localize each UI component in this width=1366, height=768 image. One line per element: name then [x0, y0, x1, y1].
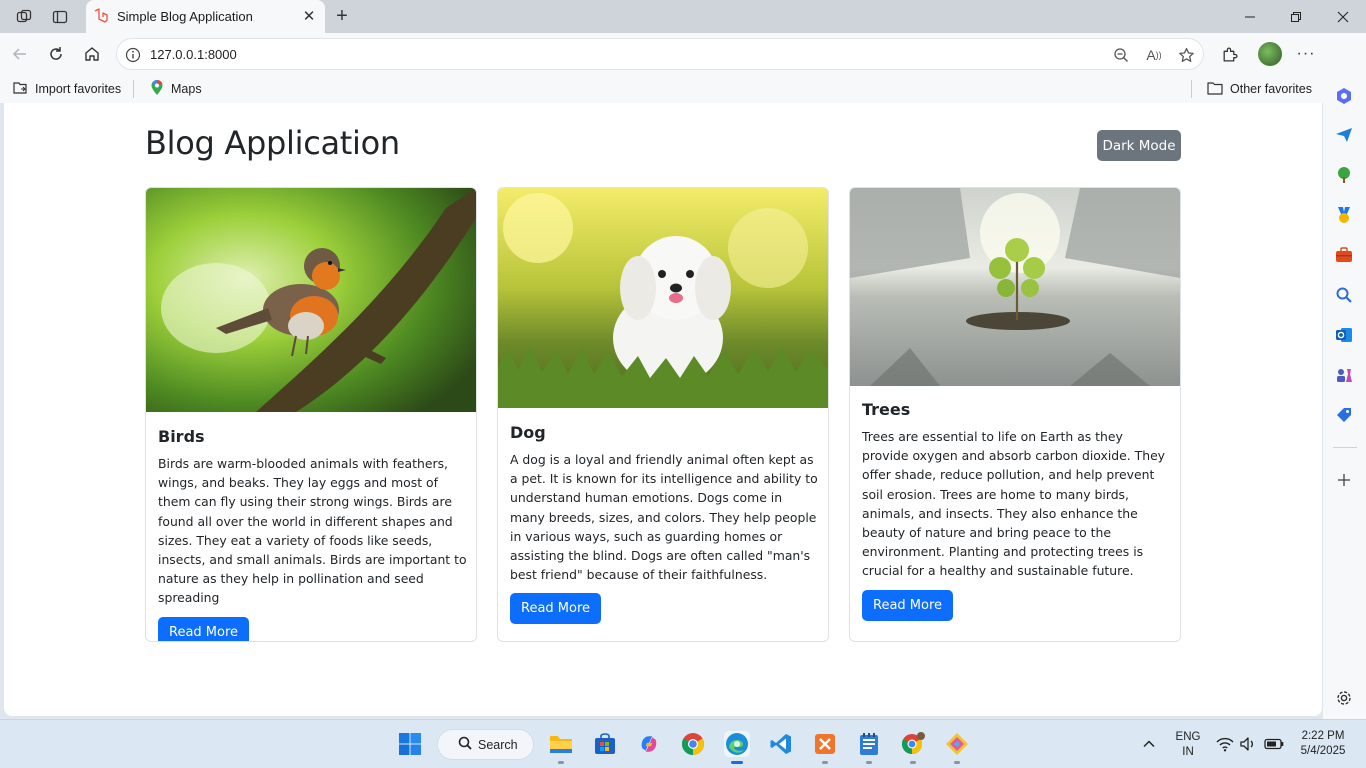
- show-hidden-icons-chevron-up-icon[interactable]: [1138, 731, 1160, 757]
- birds-image: [146, 188, 476, 412]
- sidebar-settings-icon[interactable]: [1334, 688, 1354, 708]
- shopping-tag-icon[interactable]: [1334, 405, 1354, 425]
- trees-image: [850, 188, 1180, 386]
- file-explorer-icon[interactable]: [548, 731, 574, 757]
- tab-strip: Simple Blog Application ✕ +: [0, 0, 1366, 33]
- zoom-out-icon[interactable]: [1111, 45, 1131, 65]
- post-title: Dog: [510, 423, 546, 442]
- favorite-import[interactable]: Import favorites: [12, 79, 121, 99]
- refresh-icon[interactable]: [44, 42, 68, 66]
- post-card-birds: Birds Birds are warm-blooded animals wit…: [145, 187, 477, 642]
- running-indicator: [910, 761, 916, 764]
- language-indicator[interactable]: ENG IN: [1170, 730, 1206, 760]
- favorites-divider: [1191, 80, 1192, 98]
- favorite-star-icon[interactable]: [1176, 45, 1196, 65]
- workspaces-icon[interactable]: [13, 6, 35, 28]
- sidebar-divider: [1333, 447, 1357, 448]
- windows-taskbar: Search ENG IN 2:22 PM 5/4/2025: [0, 719, 1366, 768]
- post-title: Trees: [862, 400, 911, 419]
- home-icon[interactable]: [80, 42, 104, 66]
- active-indicator: [731, 761, 743, 764]
- running-indicator: [822, 761, 828, 764]
- browser-toolbar: 127.0.0.1:8000 A)) ···: [0, 33, 1366, 75]
- copilot-taskbar-icon[interactable]: [636, 731, 662, 757]
- favorites-divider: [133, 80, 134, 98]
- read-more-button[interactable]: Read More: [510, 593, 602, 625]
- tree-icon[interactable]: [1334, 165, 1354, 185]
- post-body: A dog is a loyal and friendly animal oft…: [510, 452, 818, 583]
- lang-region: IN: [1182, 746, 1194, 758]
- notepad-icon[interactable]: [856, 731, 882, 757]
- other-favorites-label: Other favorites: [1230, 82, 1312, 96]
- microsoft-store-icon[interactable]: [592, 731, 618, 757]
- extensions-icon[interactable]: [1217, 42, 1241, 66]
- post-body: Birds are warm-blooded animals with feat…: [158, 456, 467, 606]
- search-icon[interactable]: [1334, 285, 1354, 305]
- other-favorites[interactable]: Other favorites: [1207, 79, 1312, 99]
- send-icon[interactable]: [1334, 125, 1354, 145]
- minimize-icon[interactable]: [1239, 6, 1261, 28]
- clock-time: 2:22 PM: [1301, 730, 1345, 742]
- edge-icon[interactable]: [724, 731, 750, 757]
- read-more-button[interactable]: Read More: [862, 589, 954, 621]
- import-icon: [12, 80, 28, 99]
- edge-sidebar: [1323, 33, 1366, 719]
- folder-icon: [1207, 81, 1223, 98]
- games-chess-icon[interactable]: [1334, 365, 1354, 385]
- search-icon: [458, 736, 472, 753]
- more-menu-icon[interactable]: ···: [1294, 42, 1318, 66]
- profile-avatar[interactable]: [1258, 42, 1282, 66]
- favorite-label: Import favorites: [35, 82, 122, 96]
- close-tab-icon[interactable]: ✕: [300, 7, 318, 25]
- tab-actions-icon[interactable]: [49, 6, 71, 28]
- running-indicator: [866, 761, 872, 764]
- address-bar[interactable]: 127.0.0.1:8000 A)): [116, 38, 1204, 70]
- back-icon[interactable]: [8, 42, 32, 66]
- post-card-dog: Dog A dog is a loyal and friendly animal…: [497, 187, 829, 642]
- favorite-maps[interactable]: Maps: [150, 79, 202, 99]
- clock-date: 5/4/2025: [1300, 745, 1346, 757]
- url-text[interactable]: 127.0.0.1:8000: [150, 47, 237, 62]
- search-label: Search: [478, 737, 518, 752]
- tab-active[interactable]: Simple Blog Application ✕: [86, 0, 325, 33]
- read-aloud-icon[interactable]: A)): [1144, 45, 1164, 65]
- restore-icon[interactable]: [1285, 6, 1307, 28]
- lang-code: ENG: [1175, 731, 1201, 743]
- post-body: Trees are essential to life on Earth as …: [862, 429, 1166, 579]
- favorites-bar: Import favorites Maps Other favorites: [0, 75, 1366, 103]
- git-app-icon[interactable]: [944, 731, 970, 757]
- outlook-icon[interactable]: [1334, 325, 1354, 345]
- post-title: Birds: [158, 427, 205, 446]
- wifi-icon[interactable]: [1214, 731, 1236, 757]
- laravel-icon: [92, 7, 110, 25]
- tab-title: Simple Blog Application: [117, 9, 253, 24]
- read-more-button[interactable]: Read More: [158, 616, 250, 641]
- dog-image: [498, 188, 828, 408]
- add-sidebar-app-icon[interactable]: [1334, 470, 1354, 490]
- page-title: Blog Application: [145, 124, 400, 162]
- dark-mode-button[interactable]: Dark Mode: [1097, 130, 1181, 161]
- vscode-icon[interactable]: [768, 731, 794, 757]
- post-card-trees: Trees Trees are essential to life on Ear…: [849, 187, 1181, 642]
- clock[interactable]: 2:22 PM 5/4/2025: [1292, 729, 1354, 759]
- maps-pin-icon: [150, 79, 164, 99]
- chrome-icon[interactable]: [680, 731, 706, 757]
- battery-icon[interactable]: [1262, 731, 1286, 757]
- copilot-hex-icon[interactable]: [1334, 86, 1354, 106]
- taskbar-search[interactable]: Search: [437, 729, 534, 760]
- close-window-icon[interactable]: [1332, 6, 1354, 28]
- new-tab-button[interactable]: +: [331, 5, 353, 27]
- xampp-icon[interactable]: [812, 731, 838, 757]
- site-info-icon[interactable]: [123, 45, 143, 65]
- rewards-medal-icon[interactable]: [1334, 205, 1354, 225]
- running-indicator: [558, 761, 564, 764]
- running-indicator: [954, 761, 960, 764]
- favorite-label: Maps: [171, 82, 202, 96]
- chrome-profile-icon[interactable]: [900, 731, 926, 757]
- toolbox-icon[interactable]: [1334, 245, 1354, 265]
- windows-start-icon[interactable]: [397, 731, 423, 757]
- volume-icon[interactable]: [1237, 731, 1259, 757]
- page-viewport: Blog Application Dark Mode Birds Birds a…: [4, 103, 1322, 716]
